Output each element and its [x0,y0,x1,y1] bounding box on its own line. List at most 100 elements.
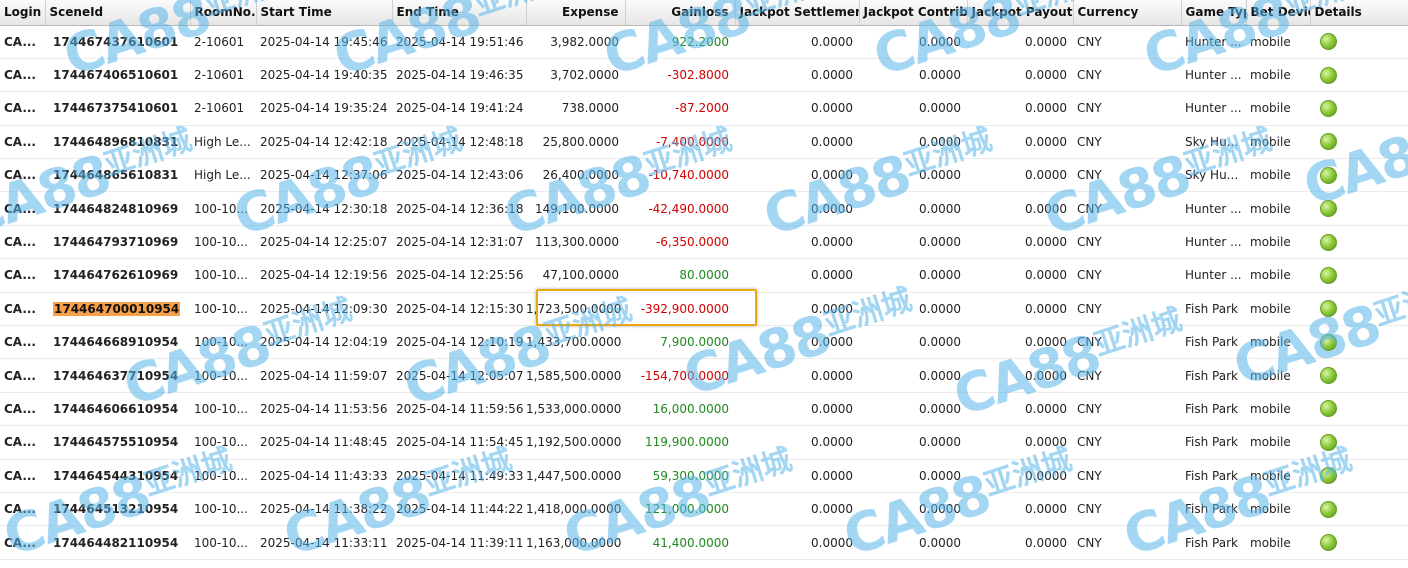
cell-room-no: 100-10... [190,492,256,527]
cell-bet-device: mobile [1246,392,1310,427]
cell-room-no: High Le... [190,158,256,193]
details-globe-icon[interactable] [1320,266,1337,284]
cell-end-time: 2025-04-14 12:36:18 [392,191,526,226]
cell-end-time: 2025-04-14 11:54:45 [392,425,526,460]
cell-game-type: Hunter ... [1181,225,1246,260]
table-row[interactable]: CA... 174467375410601 2-10601 2025-04-14 19… [0,91,1408,126]
column-header-end-time[interactable]: End Time [392,0,527,26]
cell-bet-device: mobile [1246,459,1310,493]
column-header-details[interactable]: Details [1310,0,1408,26]
details-globe-icon[interactable] [1320,500,1337,518]
details-globe-icon[interactable] [1320,166,1337,184]
cell-jackpot-settlement: 0.0000 [735,525,859,560]
table-row[interactable]: CA... 174464700010954 100-10... 2025-04-14 … [0,292,1408,327]
details-globe-icon[interactable] [1320,233,1337,251]
details-globe-icon[interactable] [1320,99,1337,117]
cell-scene-id: 174464762610969 [45,258,190,293]
cell-end-time: 2025-04-14 12:25:56 [392,258,526,293]
cell-room-no: 100-10... [190,225,256,260]
cell-gainloss: 121,000.0000 [625,492,735,527]
details-globe-icon[interactable] [1320,534,1337,552]
column-header-jackpot-payout[interactable]: Jackpot Payout [967,0,1074,26]
column-header-expense[interactable]: Expense [526,0,626,26]
table-row[interactable]: CA... 174464865610831 High Le... 2025-04-14… [0,158,1408,193]
table-row[interactable]: CA... 174464824810969 100-10... 2025-04-14 … [0,191,1408,226]
cell-login: CA... [0,525,45,560]
cell-gainloss: -42,490.0000 [625,191,735,226]
column-header-game-type[interactable]: Game Typ [1181,0,1247,26]
cell-expense: 1,533,000.0000 [526,392,625,427]
cell-room-no: 2-10601 [190,58,256,93]
table-row[interactable]: CA... 174464896810831 High Le... 2025-04-14… [0,125,1408,160]
details-globe-icon[interactable] [1320,433,1337,451]
column-header-currency[interactable]: Currency [1073,0,1182,26]
column-header-jackpot-contribution[interactable]: Jackpot Contribu [859,0,968,26]
details-globe-icon[interactable] [1320,133,1337,151]
column-header-jackpot-settlement[interactable]: Jackpot Settlement [735,0,860,26]
cell-jackpot-contribution: 0.0000 [859,225,967,260]
table-row[interactable]: CA... 174464544310954 100-10... 2025-04-14 … [0,459,1408,493]
cell-jackpot-contribution: 0.0000 [859,425,967,460]
cell-login: CA... [0,91,45,126]
cell-game-type: Hunter ... [1181,191,1246,226]
cell-bet-device: mobile [1246,358,1310,393]
cell-expense: 25,800.0000 [526,125,625,160]
details-globe-icon[interactable] [1320,33,1337,51]
cell-jackpot-payout: 0.0000 [967,325,1073,360]
cell-gainloss: -10,740.0000 [625,158,735,193]
scene-records-table: Login SceneId RoomNo. Start Time End Tim… [0,0,1408,560]
table-row[interactable]: CA... 174464637710954 100-10... 2025-04-14 … [0,358,1408,393]
column-header-login[interactable]: Login [0,0,46,26]
details-globe-icon[interactable] [1320,367,1337,385]
cell-gainloss: 80.0000 [625,258,735,293]
cell-start-time: 2025-04-14 11:59:07 [256,358,392,393]
cell-details [1310,325,1408,360]
column-header-scene-id[interactable]: SceneId [45,0,191,26]
cell-start-time: 2025-04-14 12:04:19 [256,325,392,360]
table-row[interactable]: CA... 174464668910954 100-10... 2025-04-14 … [0,325,1408,360]
cell-currency: CNY [1073,358,1181,393]
cell-login: CA... [0,358,45,393]
table-row[interactable]: CA... 174467406510601 2-10601 2025-04-14 19… [0,58,1408,93]
column-header-gainloss[interactable]: Gainloss [625,0,736,26]
cell-jackpot-payout: 0.0000 [967,525,1073,560]
table-row[interactable]: CA... 174464606610954 100-10... 2025-04-14 … [0,392,1408,427]
cell-login: CA... [0,158,45,193]
table-row[interactable]: CA... 174464575510954 100-10... 2025-04-14 … [0,425,1408,460]
cell-gainloss: 41,400.0000 [625,525,735,560]
cell-bet-device: mobile [1246,91,1310,126]
cell-room-no: High Le... [190,125,256,160]
cell-expense: 113,300.0000 [526,225,625,260]
cell-jackpot-contribution: 0.0000 [859,459,967,493]
table-row[interactable]: CA... 174464513210954 100-10... 2025-04-14 … [0,492,1408,527]
details-globe-icon[interactable] [1320,333,1337,351]
column-header-room-no[interactable]: RoomNo. [190,0,257,26]
cell-end-time: 2025-04-14 11:44:22 [392,492,526,527]
column-header-bet-device[interactable]: Bet Devic [1246,0,1311,26]
details-globe-icon[interactable] [1320,467,1337,485]
table-row[interactable]: CA... 174464762610969 100-10... 2025-04-14 … [0,258,1408,293]
table-row[interactable]: CA... 174467437610601 2-10601 2025-04-14 19… [0,25,1408,59]
cell-bet-device: mobile [1246,525,1310,560]
cell-scene-id: 174467406510601 [45,58,190,93]
cell-end-time: 2025-04-14 12:43:06 [392,158,526,193]
cell-scene-id: 174464793710969 [45,225,190,260]
column-header-start-time[interactable]: Start Time [256,0,393,26]
cell-gainloss: 7,900.0000 [625,325,735,360]
details-globe-icon[interactable] [1320,300,1337,318]
cell-room-no: 100-10... [190,325,256,360]
cell-scene-id: 174464513210954 [45,492,190,527]
cell-currency: CNY [1073,459,1181,493]
cell-login: CA... [0,392,45,427]
cell-end-time: 2025-04-14 12:05:07 [392,358,526,393]
table-row[interactable]: CA... 174464793710969 100-10... 2025-04-14 … [0,225,1408,260]
table-row[interactable]: CA... 174464482110954 100-10... 2025-04-14 … [0,525,1408,560]
cell-details [1310,392,1408,427]
cell-room-no: 100-10... [190,358,256,393]
details-globe-icon[interactable] [1320,200,1337,218]
cell-start-time: 2025-04-14 11:33:11 [256,525,392,560]
details-globe-icon[interactable] [1320,400,1337,418]
cell-expense: 1,723,500.0000 [526,292,625,327]
cell-scene-id: 174464865610831 [45,158,190,193]
details-globe-icon[interactable] [1320,66,1337,84]
